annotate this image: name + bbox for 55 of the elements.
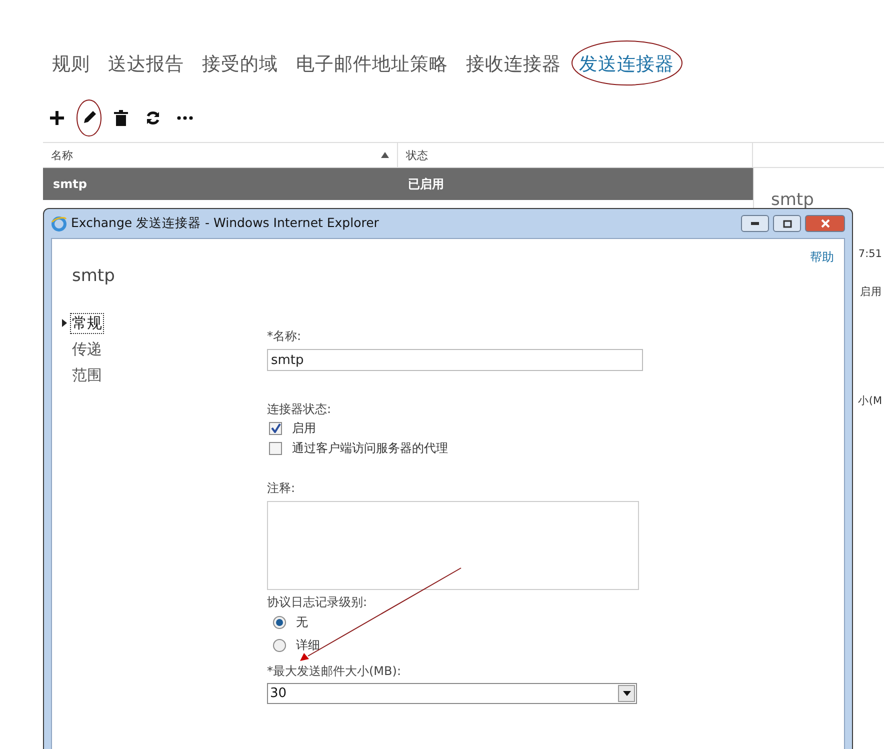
minimize-icon <box>751 222 759 225</box>
checkbox-option[interactable]: 通过客户端访问服务器的代理 <box>267 438 647 458</box>
radio-option[interactable]: 无 <box>267 611 647 634</box>
plus-icon <box>49 110 65 126</box>
table-cell[interactable]: 已启用 <box>398 168 753 200</box>
nav-item[interactable]: 范围 <box>62 362 267 388</box>
more-icon <box>177 116 193 120</box>
radio-button[interactable] <box>273 616 286 629</box>
minimize-button[interactable] <box>741 215 769 232</box>
detail-text: 小(M <box>858 394 882 408</box>
caret-icon <box>62 319 67 327</box>
tab[interactable]: 接收连接器 <box>466 50 561 76</box>
tab[interactable]: 电子邮件地址策略 <box>296 50 448 76</box>
tab[interactable]: 规则 <box>52 50 90 76</box>
table-cell[interactable]: smtp <box>43 168 398 200</box>
maximize-button[interactable] <box>773 215 801 232</box>
tab[interactable]: 接受的域 <box>202 50 278 76</box>
window-title: Exchange 发送连接器 - Windows Internet Explorer <box>71 215 380 232</box>
field-label: *名称: <box>267 328 302 345</box>
column-header[interactable]: 状态 <box>398 142 753 168</box>
help-link[interactable]: 帮助 <box>810 249 834 266</box>
detail-text: 启用 <box>860 285 882 299</box>
radio-option[interactable]: 详细 <box>267 634 647 657</box>
field-label: *最大发送邮件大小(MB): <box>267 663 402 680</box>
radio-button[interactable] <box>273 639 286 652</box>
close-icon <box>820 219 830 228</box>
check-icon <box>270 423 280 433</box>
annotation-ellipse <box>76 100 102 136</box>
maximize-icon <box>782 220 792 228</box>
delete-button[interactable] <box>111 108 131 128</box>
checkbox[interactable] <box>269 422 282 434</box>
comment-field[interactable] <box>267 501 639 590</box>
field-label: 注释: <box>267 480 296 497</box>
detail-text: 7:51 <box>858 248 882 260</box>
trash-icon <box>114 110 128 126</box>
field-label: 连接器状态: <box>267 401 332 418</box>
column-header[interactable]: 名称 <box>43 142 398 168</box>
caret-icon <box>622 691 630 696</box>
tab[interactable]: 发送连接器 <box>579 50 674 76</box>
detail-title: smtp <box>771 190 815 210</box>
tab[interactable]: 送达报告 <box>108 50 184 76</box>
nav-item[interactable]: 传递 <box>62 336 267 362</box>
field-label: 协议日志记录级别: <box>267 594 368 611</box>
close-button[interactable] <box>805 215 845 232</box>
add-button[interactable] <box>47 108 67 128</box>
pencil-icon <box>81 110 97 126</box>
dialog-heading: smtp <box>72 266 116 286</box>
checkbox-option[interactable]: 启用 <box>267 418 647 438</box>
name-field[interactable]: smtp <box>267 349 643 371</box>
checkbox[interactable] <box>269 442 282 454</box>
browser-logo-icon <box>51 216 67 232</box>
nav-item[interactable]: 常规 <box>62 310 267 336</box>
size-dropdown[interactable]: 30 <box>267 683 637 704</box>
radio-dot-icon <box>276 619 283 626</box>
refresh-icon <box>145 110 161 126</box>
